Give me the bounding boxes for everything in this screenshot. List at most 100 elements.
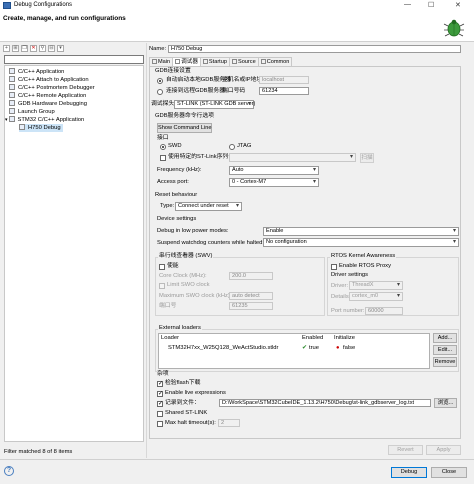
max-swo-input[interactable]: auto detect [229,292,273,300]
help-icon[interactable]: ? [4,466,14,476]
close-window-button[interactable]: ✕ [455,1,461,9]
limit-swo-label: Limit SWO clock [167,282,210,288]
revert-button[interactable]: Revert [388,445,423,455]
tree-item-gdb-hardware[interactable]: GDB Hardware Debugging [9,100,87,108]
loaders-title: External loaders [158,325,202,332]
filter-status: Filter matched 8 of 8 items [4,449,73,455]
swv-enable-label: 使能 [167,263,179,269]
delete-icon[interactable]: ✕ [30,44,37,52]
add-loader-button[interactable]: Add... [433,333,457,343]
frequency-label: Frequency (kHz): [157,167,202,173]
maximize-button[interactable]: ☐ [428,1,434,9]
remove-loader-button[interactable]: Remove [433,357,457,367]
driver-select[interactable]: ThreadX [349,281,403,290]
tab-label: 调试器 [181,59,198,65]
source-tab-icon [231,59,237,64]
tab-common[interactable]: Common [257,57,293,66]
new-prototype-icon[interactable]: ⊞ [12,44,19,52]
debug-probe-select[interactable]: ST-LINK (ST-LINK GDB server) [174,100,255,109]
debug-button[interactable]: Debug [391,467,427,478]
duplicate-icon[interactable]: ❐ [21,44,28,52]
driver-settings-title: Driver settings [331,272,369,278]
browse-button[interactable]: 浏览... [434,398,457,408]
tree-item-cpp-postmortem[interactable]: C/C++ Postmortem Debugger [9,84,95,92]
max-swo-label: Maximum SWO clock (kHz): [159,293,232,299]
watchdog-select[interactable]: No configuration [263,238,459,247]
remote-server-radio[interactable] [157,89,163,95]
verify-flash-checkbox[interactable]: ✓ [157,381,163,387]
tab-startup[interactable]: Startup [199,57,230,66]
show-command-line-button[interactable]: Show Command Line [157,123,212,133]
tab-main[interactable]: Main [149,57,174,66]
footer-divider [0,459,474,460]
rtos-port-input[interactable]: 60000 [365,307,403,315]
low-power-select[interactable]: Enable [263,227,459,236]
tree-item-cpp-attach[interactable]: C/C++ Attach to Application [9,76,89,84]
misc-title: 杂项 [157,371,169,377]
access-port-select[interactable]: 0 - Cortex-M7 [229,178,319,187]
splitter[interactable] [146,43,147,458]
swv-enable-checkbox[interactable] [159,264,165,270]
max-halt-checkbox[interactable] [157,421,163,427]
apply-button[interactable]: Apply [426,445,461,455]
max-halt-input[interactable]: 2 [218,419,240,427]
tree-item-label: C/C++ Attach to Application [18,77,89,83]
reset-type-label: Type: [160,203,175,209]
name-input[interactable]: H750 Debug [168,45,461,53]
filter-input[interactable] [4,55,144,64]
tree-item-label: C/C++ Remote Application [18,93,87,99]
log-file-checkbox[interactable]: ✓ [157,401,163,407]
edit-loader-button[interactable]: Edit... [433,345,457,355]
collapse-all-icon[interactable]: ⊟ [48,44,55,52]
tab-label: Main [158,59,171,65]
stlink-serial-select[interactable] [229,153,356,162]
tree-item-label: STM32 C/C++ Application [17,117,85,123]
core-clock-input[interactable]: 200.0 [229,272,273,280]
reset-type-select[interactable]: Connect under reset [175,202,242,211]
cpp-remote-icon [9,92,15,98]
table-row[interactable]: STM32H7xx_W25Q128_WeActStudio.stldr ✔ tr… [159,344,429,354]
tree-item-launch-group[interactable]: Launch Group [9,108,55,116]
tree-item-cpp-application[interactable]: C/C++ Application [9,68,64,76]
loader-enabled-cell: true [309,345,319,351]
cpp-attach-icon [9,76,15,82]
minimize-button[interactable]: — [404,1,411,8]
tab-debugger[interactable]: 调试器 [172,57,201,66]
frequency-select[interactable]: Auto [229,166,319,175]
gdb-port-input[interactable]: 61234 [259,87,309,95]
tree-item-label: C/C++ Postmortem Debugger [18,85,95,91]
swv-port-input[interactable]: 61235 [229,302,273,310]
reset-behaviour-title: Reset behaviour [155,192,198,198]
sidebar-toolbar: + ⊞ ❐ ✕ ⚲ ⊟ ▾ [3,43,143,53]
rtos-enable-checkbox[interactable] [331,264,337,270]
log-file-input[interactable]: D:\WorkSpace\STM32CubeIDE_1.13.2\H750\De… [219,399,431,407]
details-select[interactable]: cortex_m0 [349,292,403,301]
loader-initialize-cell: false [343,345,356,351]
live-expressions-checkbox[interactable]: ✓ [157,391,163,397]
swv-port-label: 端口号 [159,303,177,309]
specific-stlink-checkbox[interactable] [160,155,166,161]
check-icon: ✔ [302,345,307,351]
limit-swo-checkbox[interactable] [159,283,165,289]
swd-radio[interactable] [160,144,166,150]
tree-item-h750-debug[interactable]: H750 Debug [19,124,63,132]
auto-start-radio[interactable] [157,78,163,84]
tree-item-cpp-remote[interactable]: C/C++ Remote Application [9,92,86,100]
interface-title: 接口 [157,135,169,141]
swv-title: 串行线查看器 (SWV) [158,253,214,260]
filter-icon[interactable]: ⚲ [39,44,46,52]
close-button[interactable]: Close [431,467,467,478]
shared-stlink-checkbox[interactable] [157,411,163,417]
view-menu-icon[interactable]: ▾ [57,44,64,52]
config-tree: C/C++ Application C/C++ Attach to Applic… [4,65,144,442]
new-config-icon[interactable]: + [3,44,10,52]
expand-chevron-icon[interactable]: ▾ [5,117,8,123]
jtag-radio[interactable] [229,144,235,150]
tree-item-stm32-app[interactable]: ▾ STM32 C/C++ Application [5,116,84,124]
tab-source[interactable]: Source [228,57,259,66]
cpp-app-icon [9,68,15,74]
gdb-hardware-icon [9,100,15,106]
tab-label: Startup [208,59,227,65]
host-input[interactable]: localhost [259,76,309,84]
scan-button[interactable]: 扫描 [360,153,374,163]
